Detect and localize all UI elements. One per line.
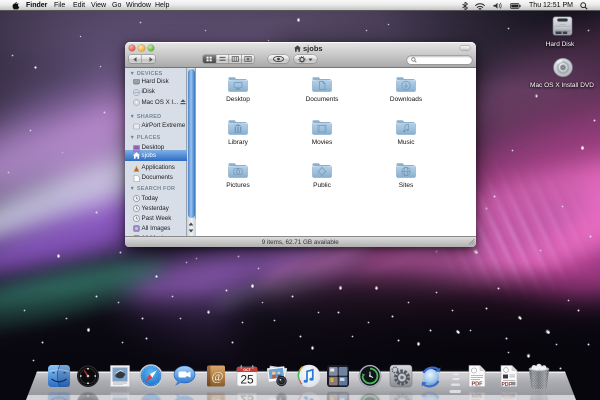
svg-text:@: @ <box>212 368 224 383</box>
svg-text:25: 25 <box>240 372 254 386</box>
svg-text:PDF: PDF <box>472 381 484 387</box>
svg-text:PDF: PDF <box>501 381 511 387</box>
